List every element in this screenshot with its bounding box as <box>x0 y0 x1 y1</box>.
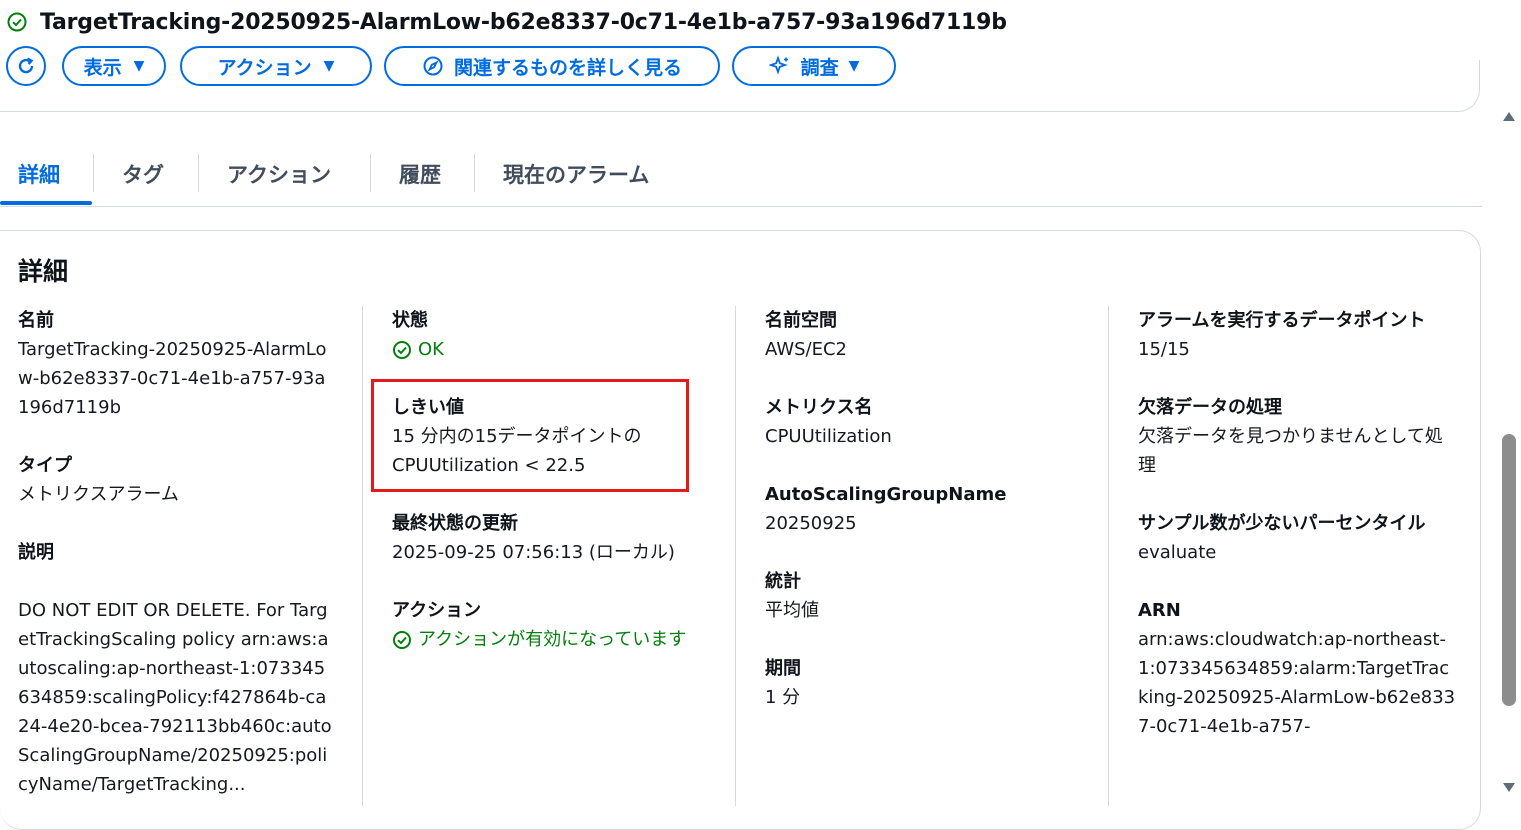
tab-details[interactable]: 詳細 <box>18 150 60 198</box>
percentile-value: evaluate <box>1138 542 1217 563</box>
arn-value: arn:aws:cloudwatch:ap-northeast-1:073345… <box>1138 629 1456 737</box>
tab-divider <box>370 154 371 192</box>
alarm-actions-value: アクションが有効になっています <box>418 629 687 650</box>
state-value: OK <box>418 339 444 360</box>
details-column-4: アラームを実行するデータポイント 15/15 欠落データの処理 欠落データを見つ… <box>1138 306 1456 741</box>
column-divider <box>362 306 363 806</box>
missing-data-value: 欠落データを見つかりませんとして処理 <box>1138 426 1443 476</box>
metric-name-label: メトリクス名 <box>765 397 873 418</box>
tab-current-alarms[interactable]: 現在のアラーム <box>503 150 649 198</box>
scroll-up-arrow-icon[interactable] <box>1503 112 1515 121</box>
last-update-label: 最終状態の更新 <box>392 513 518 534</box>
status-ok-icon <box>393 631 411 649</box>
tab-divider <box>474 154 475 192</box>
description-value: DO NOT EDIT OR DELETE. For TargetTrackin… <box>18 600 332 795</box>
column-divider <box>1108 306 1109 806</box>
state-status: OK <box>392 335 712 364</box>
arn-label: ARN <box>1138 600 1181 621</box>
metric-name-value: CPUUtilization <box>765 426 892 447</box>
alarm-actions-status: アクションが有効になっています <box>392 625 712 654</box>
statistic-value: 平均値 <box>765 600 819 621</box>
details-column-3: 名前空間 AWS/EC2 メトリクス名 CPUUtilization AutoS… <box>765 306 1085 712</box>
status-ok-icon <box>6 11 28 33</box>
datapoints-value: 15/15 <box>1138 339 1190 360</box>
state-label: 状態 <box>392 310 428 331</box>
active-tab-indicator <box>0 201 92 205</box>
datapoints-label: アラームを実行するデータポイント <box>1138 310 1426 331</box>
name-value: TargetTracking-20250925-AlarmLow-b62e833… <box>18 339 327 418</box>
tab-divider <box>198 154 199 192</box>
tab-history[interactable]: 履歴 <box>399 150 441 198</box>
namespace-value: AWS/EC2 <box>765 339 848 360</box>
namespace-label: 名前空間 <box>765 310 837 331</box>
asg-name-value: 20250925 <box>765 513 857 534</box>
status-ok-icon <box>393 341 411 359</box>
alarm-actions-label: アクション <box>392 600 482 621</box>
alarm-title-row: TargetTracking-20250925-AlarmLow-b62e833… <box>6 4 1007 40</box>
period-label: 期間 <box>765 658 801 679</box>
missing-data-label: 欠落データの処理 <box>1138 397 1282 418</box>
tab-bar: 詳細 タグ アクション 履歴 現在のアラーム <box>0 150 1482 207</box>
type-label: タイプ <box>18 455 72 476</box>
details-column-1: 名前 TargetTracking-20250925-AlarmLow-b62e… <box>18 306 336 799</box>
tab-divider <box>93 154 94 192</box>
description-label: 説明 <box>18 542 54 563</box>
threshold-highlight-box <box>371 379 689 492</box>
details-heading: 詳細 <box>18 257 69 286</box>
period-value: 1 分 <box>765 687 801 708</box>
column-divider <box>735 306 736 806</box>
tab-tags[interactable]: タグ <box>122 150 164 198</box>
scrollbar-thumb[interactable] <box>1502 434 1516 706</box>
name-label: 名前 <box>18 310 54 331</box>
scroll-down-arrow-icon[interactable] <box>1503 783 1515 792</box>
page-title: TargetTracking-20250925-AlarmLow-b62e833… <box>40 9 1007 35</box>
header-container-edge <box>0 60 1480 112</box>
asg-name-label: AutoScalingGroupName <box>765 484 1007 505</box>
percentile-label: サンプル数が少ないパーセンタイル <box>1138 513 1426 534</box>
last-update-value: 2025-09-25 07:56:13 (ローカル) <box>392 542 675 563</box>
tab-actions[interactable]: アクション <box>227 150 331 198</box>
type-value: メトリクスアラーム <box>18 484 179 505</box>
statistic-label: 統計 <box>765 571 801 592</box>
